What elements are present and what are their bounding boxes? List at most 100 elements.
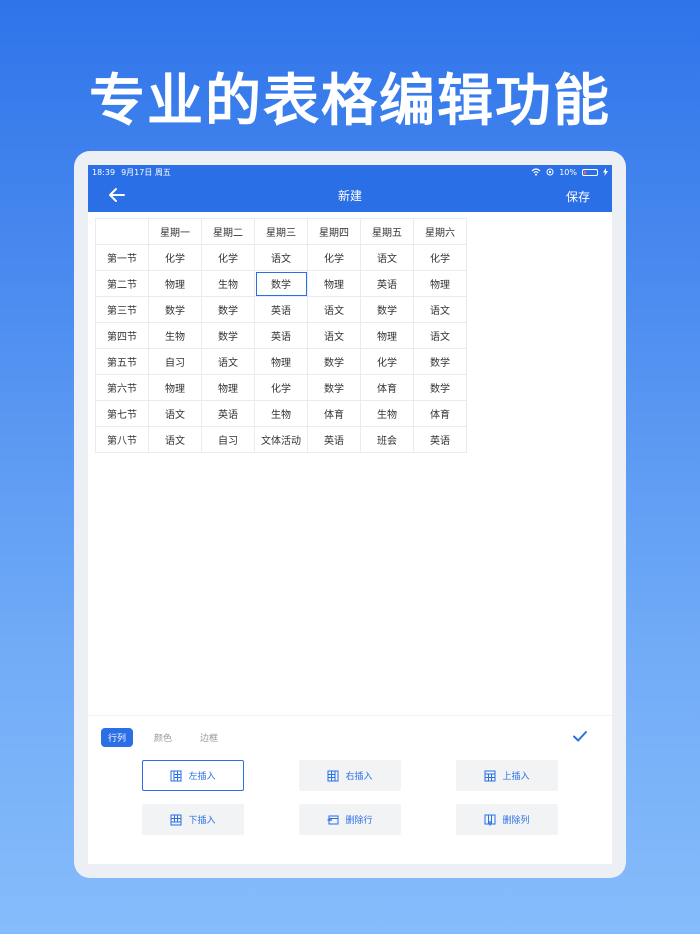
insert-above-label: 上插入 xyxy=(502,772,530,782)
table-cell[interactable]: 物理 xyxy=(254,348,308,375)
period-label-cell[interactable]: 第二节 xyxy=(95,270,149,297)
delete-row-button[interactable]: 删除行 xyxy=(299,804,401,835)
schedule-table: 星期一 星期二 星期三 星期四 星期五 星期六 第一节 化学 化学 语文 化学 语文 化学 第二节 物理 生物… xyxy=(95,218,467,453)
table-cell[interactable]: 数学 xyxy=(413,374,467,401)
table-header-cell[interactable]: 星期六 xyxy=(413,218,467,245)
table-cell[interactable]: 物理 xyxy=(148,374,202,401)
back-arrow-icon[interactable] xyxy=(106,184,128,206)
period-label-cell[interactable]: 第六节 xyxy=(95,374,149,401)
table-cell[interactable]: 生物 xyxy=(254,400,308,427)
battery-icon xyxy=(582,168,598,176)
delete-column-icon xyxy=(484,814,496,825)
table-cell[interactable]: 数学 xyxy=(360,296,414,323)
table-row: 第一节 化学 化学 语文 化学 语文 化学 xyxy=(95,244,467,271)
insert-right-label: 右插入 xyxy=(345,772,373,782)
table-cell[interactable]: 语文 xyxy=(307,322,361,349)
table-cell[interactable]: 物理 xyxy=(201,374,255,401)
wifi-icon xyxy=(531,168,541,176)
table-cell[interactable]: 化学 xyxy=(360,348,414,375)
table-cell[interactable]: 语文 xyxy=(201,348,255,375)
table-cell[interactable]: 数学 xyxy=(201,296,255,323)
table-corner-cell[interactable] xyxy=(95,218,149,245)
table-cell[interactable]: 生物 xyxy=(201,270,255,297)
delete-row-icon xyxy=(327,815,339,824)
table-cell[interactable]: 英语 xyxy=(254,322,308,349)
table-row: 第五节 自习 语文 物理 数学 化学 数学 xyxy=(95,348,467,375)
table-cell[interactable]: 生物 xyxy=(148,322,202,349)
insert-left-button[interactable]: 左插入 xyxy=(142,760,244,791)
table-cell[interactable]: 语文 xyxy=(254,244,308,271)
table-cell[interactable]: 物理 xyxy=(360,322,414,349)
table-cell[interactable]: 自习 xyxy=(148,348,202,375)
tab-color[interactable]: 颜色 xyxy=(147,728,179,747)
table-cell[interactable]: 英语 xyxy=(413,426,467,453)
period-label-cell[interactable]: 第三节 xyxy=(95,296,149,323)
table-header-cell[interactable]: 星期三 xyxy=(254,218,308,245)
insert-above-icon xyxy=(484,770,496,781)
table-cell[interactable]: 英语 xyxy=(307,426,361,453)
table-cell[interactable]: 物理 xyxy=(307,270,361,297)
table-cell[interactable]: 化学 xyxy=(254,374,308,401)
tab-border[interactable]: 边框 xyxy=(193,728,225,747)
period-label-cell[interactable]: 第七节 xyxy=(95,400,149,427)
panel-tabs: 行列 颜色 边框 xyxy=(101,728,239,747)
table-row: 第二节 物理 生物 数学 物理 英语 物理 xyxy=(95,270,467,297)
table-cell[interactable]: 体育 xyxy=(360,374,414,401)
table-header-cell[interactable]: 星期二 xyxy=(201,218,255,245)
table-cell[interactable]: 体育 xyxy=(413,400,467,427)
table-cell[interactable]: 英语 xyxy=(360,270,414,297)
table-header-cell[interactable]: 星期五 xyxy=(360,218,414,245)
table-cell[interactable]: 化学 xyxy=(201,244,255,271)
save-button[interactable]: 保存 xyxy=(566,188,590,205)
table-cell[interactable]: 语文 xyxy=(413,296,467,323)
table-cell[interactable]: 化学 xyxy=(307,244,361,271)
insert-left-icon xyxy=(170,770,182,781)
table-cell[interactable]: 英语 xyxy=(201,400,255,427)
table-cell[interactable]: 语文 xyxy=(413,322,467,349)
insert-right-button[interactable]: 右插入 xyxy=(299,760,401,791)
table-cell[interactable]: 文体活动 xyxy=(254,426,308,453)
table-cell[interactable]: 英语 xyxy=(254,296,308,323)
period-label-cell[interactable]: 第八节 xyxy=(95,426,149,453)
insert-above-button[interactable]: 上插入 xyxy=(456,760,558,791)
edit-panel: 行列 颜色 边框 左插入 右插入 上插入 下插入 删除行 删除列 xyxy=(88,715,612,864)
status-time: 18:39 xyxy=(92,167,116,177)
status-date: 9月17日 周五 xyxy=(121,167,171,177)
table-cell[interactable]: 数学 xyxy=(201,322,255,349)
table-cell[interactable]: 生物 xyxy=(360,400,414,427)
delete-column-button[interactable]: 删除列 xyxy=(456,804,558,835)
table-cell[interactable]: 化学 xyxy=(148,244,202,271)
table-row: 第三节 数学 数学 英语 语文 数学 语文 xyxy=(95,296,467,323)
table-row: 第六节 物理 物理 化学 数学 体育 数学 xyxy=(95,374,467,401)
insert-below-label: 下插入 xyxy=(188,816,216,826)
table-cell[interactable]: 体育 xyxy=(307,400,361,427)
period-label-cell[interactable]: 第四节 xyxy=(95,322,149,349)
table-header-cell[interactable]: 星期一 xyxy=(148,218,202,245)
table-cell[interactable]: 物理 xyxy=(148,270,202,297)
table-header-cell[interactable]: 星期四 xyxy=(307,218,361,245)
table-row: 第七节 语文 英语 生物 体育 生物 体育 xyxy=(95,400,467,427)
table-cell[interactable]: 物理 xyxy=(413,270,467,297)
insert-below-button[interactable]: 下插入 xyxy=(142,804,244,835)
orientation-lock-icon xyxy=(546,168,554,176)
table-cell[interactable]: 语文 xyxy=(307,296,361,323)
table-cell[interactable]: 数学 xyxy=(307,348,361,375)
status-bar: 18:39 9月17日 周五 10% xyxy=(88,165,612,179)
confirm-check-icon[interactable] xyxy=(572,728,588,744)
battery-percent: 10% xyxy=(559,167,577,177)
period-label-cell[interactable]: 第五节 xyxy=(95,348,149,375)
table-cell[interactable]: 数学 xyxy=(307,374,361,401)
delete-column-label: 删除列 xyxy=(502,816,530,826)
table-cell[interactable]: 数学 xyxy=(254,270,308,297)
period-label-cell[interactable]: 第一节 xyxy=(95,244,149,271)
table-cell[interactable]: 数学 xyxy=(413,348,467,375)
insert-left-label: 左插入 xyxy=(188,772,216,782)
table-cell[interactable]: 化学 xyxy=(413,244,467,271)
tab-rows-columns[interactable]: 行列 xyxy=(101,728,134,747)
table-cell[interactable]: 语文 xyxy=(148,426,202,453)
table-cell[interactable]: 自习 xyxy=(201,426,255,453)
table-cell[interactable]: 班会 xyxy=(360,426,414,453)
table-cell[interactable]: 语文 xyxy=(148,400,202,427)
table-cell[interactable]: 语文 xyxy=(360,244,414,271)
table-cell[interactable]: 数学 xyxy=(148,296,202,323)
